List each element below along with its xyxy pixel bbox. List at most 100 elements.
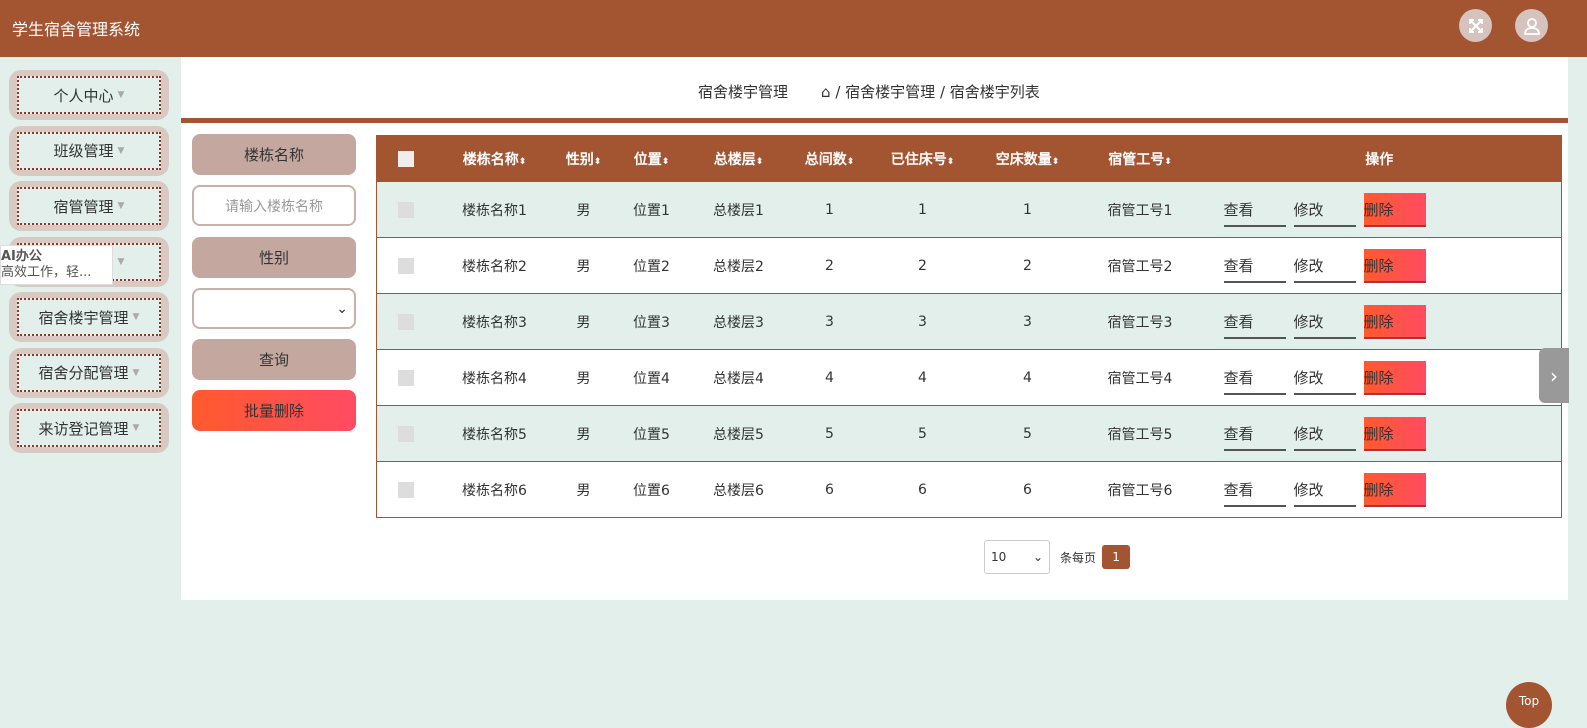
chevron-right-icon[interactable]: › xyxy=(1539,348,1569,403)
gender-select[interactable]: ⌄ xyxy=(192,288,356,329)
sort-icon[interactable]: ⬍ xyxy=(662,157,670,167)
table-cell: 位置3 xyxy=(612,293,691,350)
column-header[interactable]: 楼栋名称⬍ xyxy=(434,135,555,182)
batch-delete-button[interactable]: 批量删除 xyxy=(192,390,356,431)
page-1-button[interactable]: 1 xyxy=(1102,545,1131,569)
sort-icon[interactable]: ⬍ xyxy=(1052,157,1060,167)
buildings-table: 楼栋名称⬍ 性别⬍ 位置⬍ 总楼层⬍ 总间数⬍ 已住床号⬍ 空床数量⬍ 宿管工号⬍ 操作 楼栋名… xyxy=(376,135,1562,518)
table-cell: 总楼层1 xyxy=(690,181,787,238)
row-checkbox[interactable] xyxy=(397,201,414,218)
table-cell: 楼栋名称2 xyxy=(434,237,555,294)
row-checkbox[interactable] xyxy=(397,481,414,498)
view-button[interactable]: 查看 xyxy=(1223,417,1286,451)
sidebar-item[interactable]: 宿管管理 ▼ xyxy=(9,181,169,231)
sort-icon[interactable]: ⬍ xyxy=(847,157,855,167)
top-header: 学生宿舍管理系统 xyxy=(0,0,1587,57)
delete-button[interactable]: 删除 xyxy=(1363,248,1426,283)
table-cell: 宿管工号6 xyxy=(1082,461,1198,518)
table-cell: 5 xyxy=(786,405,873,462)
table-cell: 楼栋名称4 xyxy=(434,349,555,406)
back-to-top-button[interactable]: Top xyxy=(1506,682,1552,728)
page-size-select[interactable]: 10 ⌄ xyxy=(984,540,1050,574)
row-checkbox[interactable] xyxy=(397,313,414,330)
column-header[interactable]: 总楼层⬍ xyxy=(690,135,787,182)
view-button[interactable]: 查看 xyxy=(1223,193,1286,227)
delete-button[interactable]: 删除 xyxy=(1363,192,1426,227)
sort-icon[interactable]: ⬍ xyxy=(756,157,764,167)
sidebar-item[interactable]: 宿舍楼宇管理 ▼ xyxy=(9,292,169,342)
delete-button[interactable]: 删除 xyxy=(1363,304,1426,339)
column-header[interactable]: 位置⬍ xyxy=(612,135,691,182)
row-checkbox[interactable] xyxy=(397,425,414,442)
edit-button[interactable]: 修改 xyxy=(1293,249,1356,283)
home-icon[interactable]: ⌂ xyxy=(821,83,831,101)
table-cell: 1 xyxy=(972,181,1083,238)
sidebar-item[interactable]: 班级管理 ▼ xyxy=(9,125,169,176)
column-header[interactable]: 性别⬍ xyxy=(554,135,613,182)
delete-button[interactable]: 删除 xyxy=(1363,416,1426,451)
caret-down-icon: ▼ xyxy=(117,201,125,211)
table-row: 楼栋名称2 男位置2 总楼层2 2 2 2 宿管工号2 查看 修改 删除 xyxy=(376,237,1562,294)
column-header[interactable]: 宿管工号⬍ xyxy=(1082,135,1198,182)
query-button[interactable]: 查询 xyxy=(192,339,356,380)
user-avatar-icon[interactable] xyxy=(1515,9,1548,42)
table-cell: 位置6 xyxy=(612,461,691,518)
divider xyxy=(181,118,1568,123)
table-cell: 楼栋名称6 xyxy=(434,461,555,518)
ai-tooltip[interactable]: AI办公 高效工作，轻... xyxy=(0,245,113,285)
edit-button[interactable]: 修改 xyxy=(1293,473,1356,507)
table-cell: 位置1 xyxy=(612,181,691,238)
table-cell: 总楼层6 xyxy=(690,461,787,518)
header-label: 楼栋名称 xyxy=(462,151,519,168)
sidebar-item-inner: 班级管理 ▼ xyxy=(17,131,161,170)
delete-button[interactable]: 删除 xyxy=(1363,472,1426,507)
sidebar-item[interactable]: 个人中心 ▼ xyxy=(9,70,169,120)
sidebar-item-label: 宿舍楼宇管理 xyxy=(38,308,129,327)
tooltip-text: 高效工作，轻... xyxy=(1,265,92,280)
edit-button[interactable]: 修改 xyxy=(1293,305,1356,339)
table-cell: 1 xyxy=(786,181,873,238)
table-cell: 宿管工号3 xyxy=(1082,293,1198,350)
sidebar-item[interactable]: 来访登记管理 ▼ xyxy=(9,403,169,453)
table-cell: 6 xyxy=(972,461,1083,518)
edit-button[interactable]: 修改 xyxy=(1293,193,1356,227)
sort-icon[interactable]: ⬍ xyxy=(519,157,527,167)
row-checkbox[interactable] xyxy=(397,257,414,274)
breadcrumb-item: 宿舍楼宇列表 xyxy=(949,83,1040,101)
view-button[interactable]: 查看 xyxy=(1223,361,1286,395)
sidebar-item[interactable]: 宿舍分配管理 ▼ xyxy=(9,347,169,398)
caret-down-icon: ▼ xyxy=(132,423,140,433)
edit-button[interactable]: 修改 xyxy=(1293,417,1356,451)
table-cell: 位置4 xyxy=(612,349,691,406)
table-cell: 楼栋名称1 xyxy=(434,181,555,238)
table-cell: 总楼层2 xyxy=(690,237,787,294)
view-button[interactable]: 查看 xyxy=(1223,249,1286,283)
table-cell: 宿管工号5 xyxy=(1082,405,1198,462)
row-checkbox[interactable] xyxy=(397,369,414,386)
column-header[interactable]: 总间数⬍ xyxy=(786,135,873,182)
header-label: 总间数 xyxy=(804,151,847,168)
header-label: 已住床号 xyxy=(890,151,947,168)
sort-icon[interactable]: ⬍ xyxy=(594,157,602,167)
fullscreen-icon[interactable] xyxy=(1459,9,1492,42)
breadcrumb-item[interactable]: 宿舍楼宇管理 xyxy=(845,83,935,101)
sidebar-item-inner: 个人中心 ▼ xyxy=(17,76,161,114)
sort-icon[interactable]: ⬍ xyxy=(1164,157,1172,167)
select-all-checkbox[interactable] xyxy=(397,150,414,167)
table-cell: 楼栋名称5 xyxy=(434,405,555,462)
column-header[interactable]: 已住床号⬍ xyxy=(872,135,973,182)
table-cell: 宿管工号2 xyxy=(1082,237,1198,294)
view-button[interactable]: 查看 xyxy=(1223,305,1286,339)
name-input[interactable]: 请输入楼栋名称 xyxy=(192,185,356,226)
view-button[interactable]: 查看 xyxy=(1223,473,1286,507)
table-cell: 3 xyxy=(972,293,1083,350)
sort-icon[interactable]: ⬍ xyxy=(947,157,955,167)
column-header[interactable]: 空床数量⬍ xyxy=(972,135,1083,182)
header-label: 性别 xyxy=(565,151,594,168)
header-label: 操作 xyxy=(1365,151,1394,168)
caret-down-icon: ▼ xyxy=(117,256,125,267)
table-cell: 宿管工号1 xyxy=(1082,181,1198,238)
table-cell: 1 xyxy=(872,181,973,238)
edit-button[interactable]: 修改 xyxy=(1293,361,1356,395)
delete-button[interactable]: 删除 xyxy=(1363,360,1426,395)
